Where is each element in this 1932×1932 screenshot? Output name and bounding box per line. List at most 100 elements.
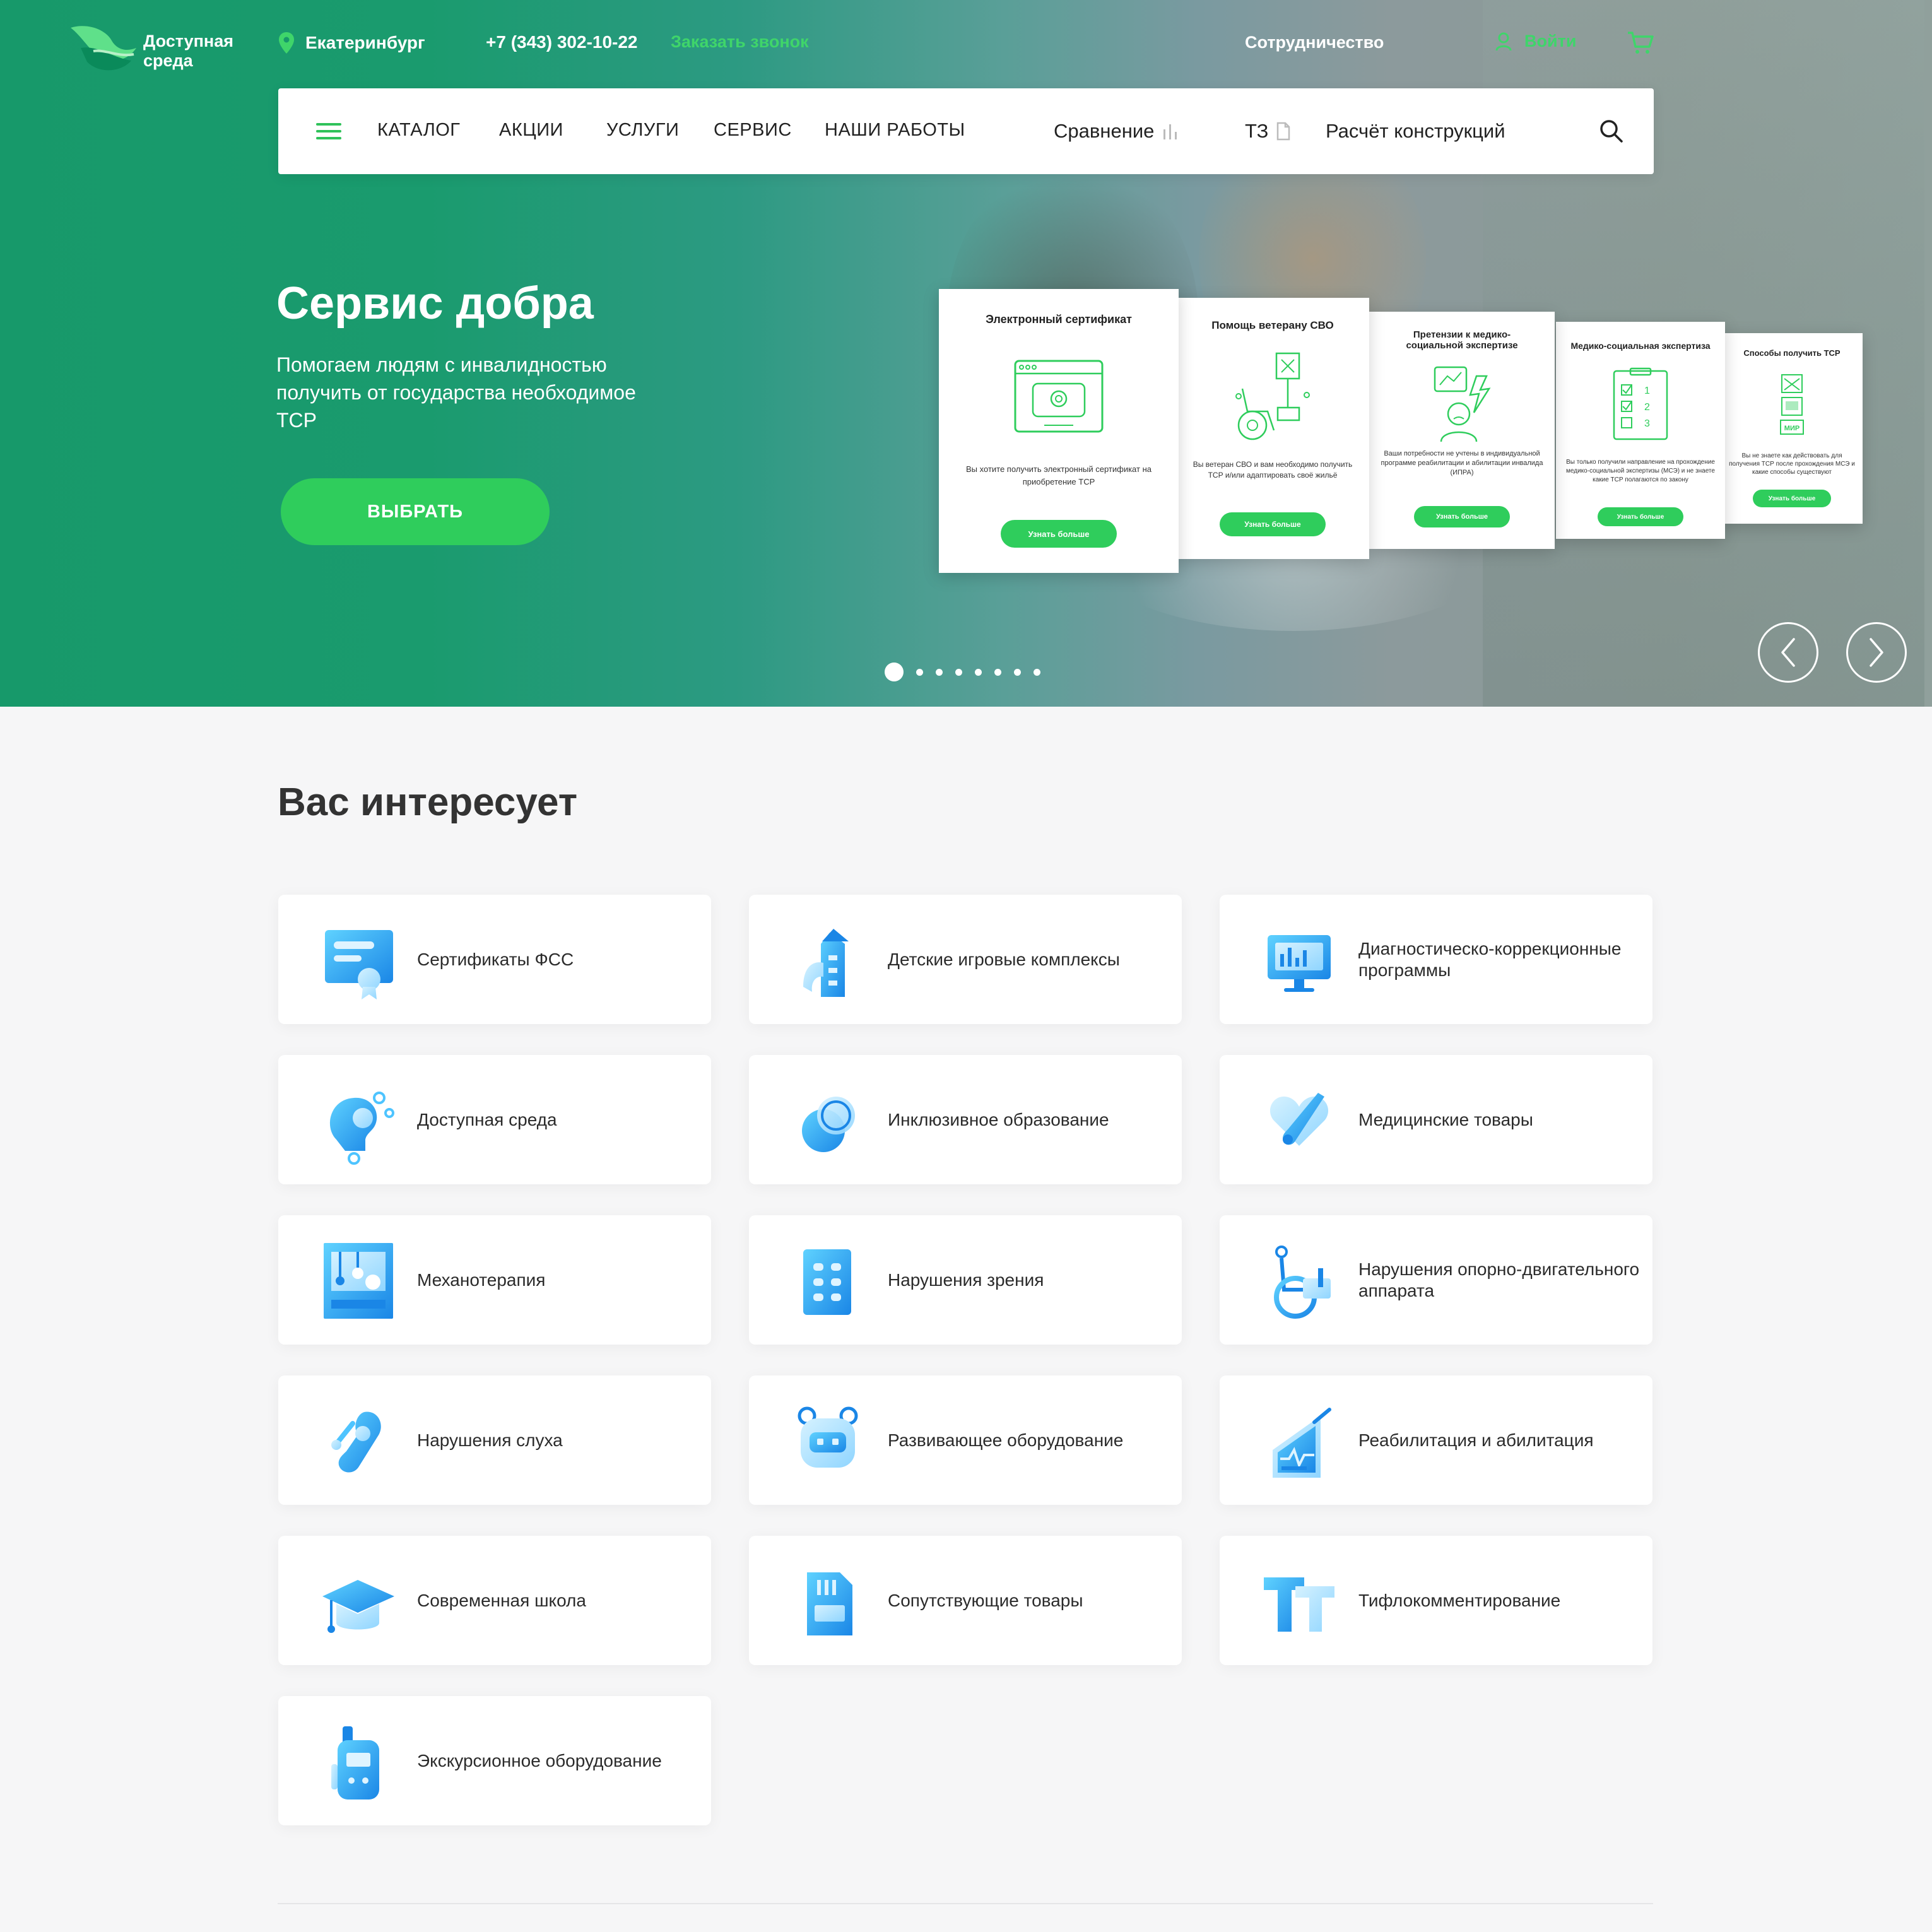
card-title: Способы получить ТСР (1743, 348, 1841, 358)
slide-card-mse[interactable]: Медико-социальная экспертиза 1 2 3 Вы то… (1556, 322, 1725, 539)
interest-label: Механотерапия (417, 1269, 546, 1290)
interest-tile[interactable]: Тифлокомментирование (1220, 1536, 1652, 1665)
card-more-button[interactable]: Узнать больше (1753, 490, 1831, 507)
card-title: Медико-социальная экспертиза (1570, 341, 1711, 351)
card-more-button[interactable]: Узнать больше (1220, 512, 1326, 536)
interest-tile[interactable]: Нарушения слуха (278, 1375, 711, 1505)
interest-tile[interactable]: Медицинские товары (1220, 1055, 1652, 1184)
monitor-chart-icon (1268, 935, 1331, 992)
head-bubbles-icon (329, 1092, 394, 1165)
slider-dot[interactable] (936, 668, 943, 676)
interest-label: Тифлокомментирование (1358, 1590, 1561, 1610)
logo-icon[interactable] (68, 23, 138, 76)
slider-dot[interactable] (975, 668, 982, 676)
interest-tile[interactable]: Инклюзивное образование (749, 1055, 1182, 1184)
circles-icon (802, 1097, 855, 1152)
phone-number[interactable]: +7 (343) 302-10-22 (486, 32, 638, 52)
interest-label: Экскурсионное оборудование (417, 1750, 662, 1770)
compare-label: Сравнение (1054, 120, 1155, 142)
checklist-icon: 1 2 3 (1613, 367, 1668, 440)
svg-text:3: 3 (1644, 418, 1650, 429)
slider-dot[interactable] (994, 668, 1001, 676)
calc-link[interactable]: Расчёт конструкций (1326, 120, 1505, 143)
wheelchair-lift-icon (1235, 352, 1310, 440)
main-navbar: КАТАЛОГ АКЦИИ УСЛУГИ СЕРВИС НАШИ РАБОТЫ … (278, 88, 1654, 174)
card-desc: Вы не знаете как действовать для получен… (1729, 452, 1855, 476)
chevron-right-icon (1870, 638, 1883, 667)
interest-tile[interactable]: Сопутствующие товары (749, 1536, 1182, 1665)
interest-label: Диагностическо-коррекционные программы (1358, 938, 1622, 980)
interest-tile[interactable]: Диагностическо-коррекционные программы (1220, 895, 1652, 1024)
slide-card-ways[interactable]: Способы получить ТСР МИР Вы не знаете ка… (1721, 333, 1863, 524)
login-link[interactable]: Войти (1495, 32, 1576, 51)
hero-title: Сервис добра (276, 278, 594, 329)
interest-tile[interactable]: Нарушения опорно-двигательного аппарата (1220, 1215, 1652, 1345)
tz-link[interactable]: ТЗ (1245, 120, 1291, 143)
slider-dot[interactable] (885, 663, 904, 681)
slider-dot[interactable] (916, 668, 923, 676)
search-icon[interactable] (1599, 119, 1624, 147)
text-tt-icon (1264, 1577, 1334, 1632)
interest-label: Нарушения слуха (417, 1430, 563, 1450)
menu-icon[interactable] (316, 123, 341, 142)
toy-robot-icon (798, 1406, 858, 1468)
logo-line1: Доступная (143, 32, 234, 50)
interest-tile[interactable]: Доступная среда (278, 1055, 711, 1184)
card-title: Претензии к медико-социальной экспертизе (1406, 329, 1518, 351)
interest-tile[interactable]: Механотерапия (278, 1215, 711, 1345)
payment-methods-icon: МИР (1780, 374, 1804, 435)
braille-icon (803, 1249, 851, 1315)
partnership-link[interactable]: Сотрудничество (1245, 33, 1384, 52)
card-badge: МИР (1784, 425, 1799, 432)
section-title: Вас интересует (278, 780, 578, 824)
document-icon (1277, 122, 1290, 141)
slider-dot[interactable] (1014, 668, 1021, 676)
interest-tile[interactable]: Реабилитация и абилитация (1220, 1375, 1652, 1505)
choose-button[interactable]: ВЫБРАТЬ (281, 478, 550, 545)
card-more-button[interactable]: Узнать больше (1598, 507, 1683, 526)
calc-label: Расчёт конструкций (1326, 120, 1505, 142)
nav-our-works[interactable]: НАШИ РАБОТЫ (825, 120, 965, 141)
logo-text[interactable]: Доступная среда (143, 32, 233, 71)
interest-tile[interactable]: Развивающее оборудование (749, 1375, 1182, 1505)
interest-tile[interactable]: Экскурсионное оборудование (278, 1696, 711, 1825)
nav-promotions[interactable]: АКЦИИ (499, 120, 563, 141)
interest-tile[interactable]: Современная школа (278, 1536, 711, 1665)
wheelchair-icon (1274, 1246, 1331, 1319)
interest-tile[interactable]: Детские игровые комплексы (749, 895, 1182, 1024)
cart-icon[interactable] (1627, 30, 1654, 59)
user-icon (1495, 32, 1512, 50)
slider-next-button[interactable] (1846, 622, 1907, 683)
radio-guide-icon (331, 1726, 379, 1799)
slider-dot[interactable] (955, 668, 962, 676)
sd-card-icon (807, 1572, 852, 1635)
slide-card-veteran[interactable]: Помощь ветерану СВО Вы ветеран СВО и вам… (1176, 298, 1369, 559)
interest-label: Реабилитация и абилитация (1358, 1430, 1594, 1450)
slide-card-certificate[interactable]: Электронный сертификат Вы хотите получит… (939, 289, 1179, 573)
hero-subtitle: Помогаем людям с инвалидностью получить … (276, 353, 636, 432)
card-more-button[interactable]: Узнать больше (1001, 520, 1117, 548)
heart-thermometer-icon (1269, 1093, 1329, 1146)
nav-service[interactable]: СЕРВИС (714, 120, 792, 141)
slider-dot[interactable] (1034, 668, 1040, 676)
nav-services[interactable]: УСЛУГИ (606, 120, 679, 141)
card-more-button[interactable]: Узнать больше (1414, 506, 1510, 527)
compare-link[interactable]: Сравнение (1054, 120, 1179, 143)
interest-label: Медицинские товары (1358, 1109, 1533, 1129)
card-desc: Ваши потребности не учтены в индивидуаль… (1381, 450, 1543, 476)
compare-bars-icon (1163, 124, 1177, 139)
interest-tile[interactable]: Нарушения зрения (749, 1215, 1182, 1345)
login-label: Войти (1524, 32, 1577, 50)
chevron-left-icon (1781, 638, 1795, 667)
slide-card-claims[interactable]: Претензии к медико-социальной экспертизе… (1369, 312, 1555, 549)
logo-line2: среда (143, 51, 193, 70)
city-selector[interactable]: Екатеринбург (279, 32, 425, 54)
interest-tile[interactable]: Сертификаты ФСС (278, 895, 711, 1024)
complaint-icon (1434, 366, 1491, 442)
tz-label: ТЗ (1245, 120, 1269, 142)
card-title: Помощь ветерану СВО (1211, 319, 1334, 331)
nav-catalog[interactable]: КАТАЛОГ (377, 120, 461, 141)
callback-link[interactable]: Заказать звонок (671, 32, 809, 52)
slider-prev-button[interactable] (1758, 622, 1818, 683)
graduation-cap-icon (322, 1580, 394, 1633)
